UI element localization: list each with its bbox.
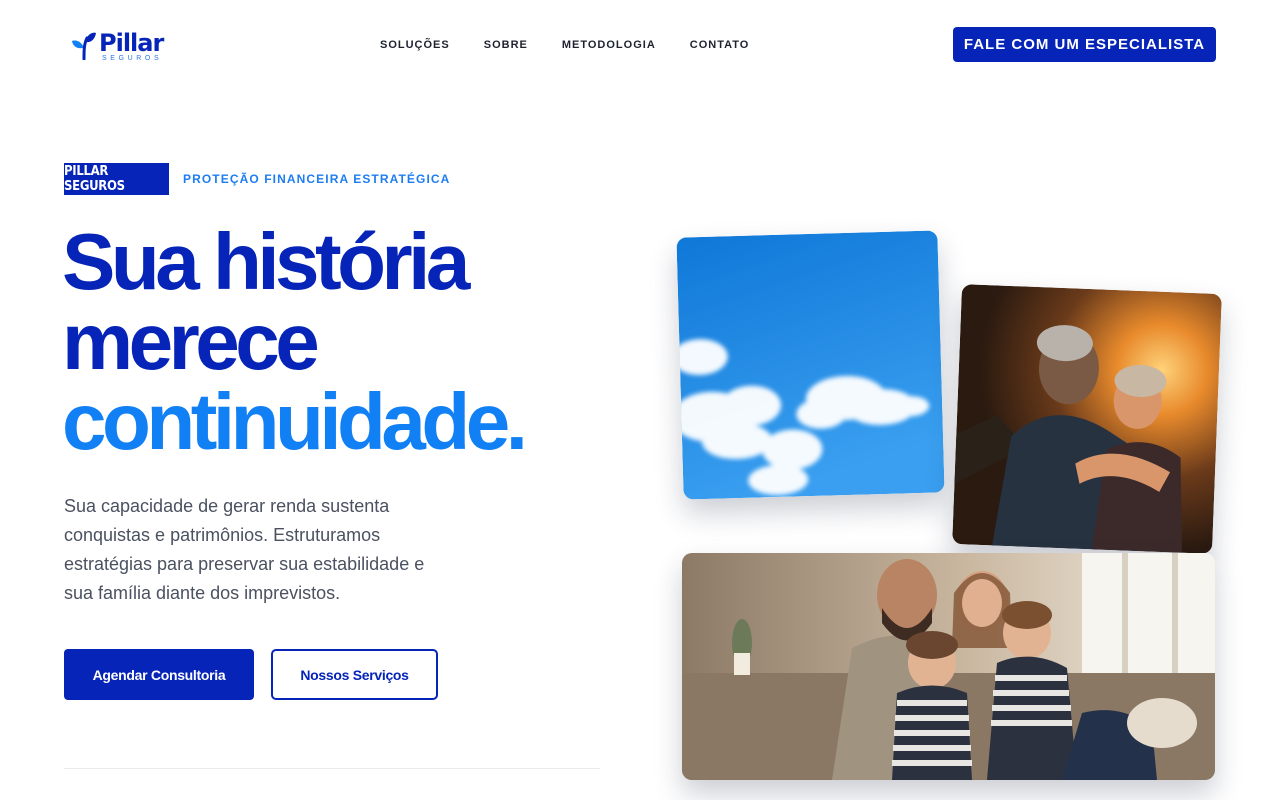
our-services-button[interactable]: Nossos Serviços [271,649,438,700]
brand-badge: PILLAR SEGUROS [64,163,169,195]
nav-item-sobre[interactable]: SOBRE [484,38,528,52]
section-divider [64,768,600,769]
couple-image [952,284,1222,554]
brand-name: Pillar [99,29,164,57]
nav-item-solucoes[interactable]: SOLUÇÕES [380,38,450,52]
family-image [682,553,1215,780]
brand-subtitle: SEGUROS [102,55,163,62]
schedule-consulting-button[interactable]: Agendar Consultoria [64,649,254,700]
sky-image [676,230,945,500]
nav-item-metodologia[interactable]: METODOLOGIA [562,38,656,52]
nav-item-contato[interactable]: CONTATO [690,38,750,52]
headline-line-2: merece [62,297,320,386]
hero-lead-text: Sua capacidade de gerar renda sustenta c… [64,496,425,603]
brand-logo[interactable]: Pillar SEGUROS [71,29,164,62]
eyebrow-text: PROTEÇÃO FINANCEIRA ESTRATÉGICA [183,172,451,186]
hero-headline: Sua história merece continuidade. [62,217,528,466]
hero-eyebrow: PILLAR SEGUROS PROTEÇÃO FINANCEIRA ESTRA… [64,163,450,195]
headline-line-1: Sua história [62,217,470,306]
headline-line-3: continuidade. [62,377,528,466]
leaf-logo-icon [72,32,96,60]
main-nav: SOLUÇÕES SOBRE METODOLOGIA CONTATO [380,38,749,52]
talk-to-specialist-button[interactable]: FALE COM UM ESPECIALISTA [953,27,1216,62]
